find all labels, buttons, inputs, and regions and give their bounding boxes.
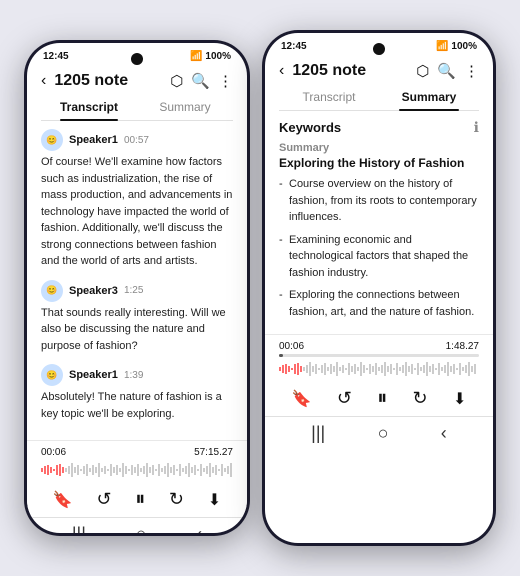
time-left: 12:45 <box>43 51 69 62</box>
speaker-name-1: Speaker1 <box>69 134 118 146</box>
summary-item-1: Course overview on the history of fashio… <box>279 176 479 226</box>
share-icon-right[interactable]: ⬡ <box>416 62 429 80</box>
message-3: 😊 Speaker1 1:39 Absolutely! The nature o… <box>41 364 233 422</box>
battery-right: 100% <box>451 41 477 52</box>
timestamp-1b: 1:39 <box>124 370 143 381</box>
search-icon-right[interactable]: 🔍 <box>437 62 456 80</box>
summary-item-3: Exploring the connections between fashio… <box>279 287 479 320</box>
tab-summary-left[interactable]: Summary <box>137 94 233 120</box>
share-icon-left[interactable]: ⬡ <box>170 72 183 90</box>
avatar-text-3: 😊 <box>46 285 57 296</box>
summary-heading: Exploring the History of Fashion <box>279 156 479 170</box>
summary-section-label: Summary <box>279 142 479 154</box>
keywords-row: Keywords ℹ <box>279 119 479 136</box>
bookmark-button-right[interactable]: 🔖 <box>292 389 312 409</box>
back-button-left[interactable]: ‹ <box>41 72 46 90</box>
home-icon-right[interactable]: ○ <box>378 423 389 444</box>
info-icon[interactable]: ℹ <box>474 119 479 136</box>
page-title-left: 1205 note <box>54 72 162 90</box>
audio-player-right: 00:06 1:48.27 <box>265 334 493 416</box>
back-button-right[interactable]: ‹ <box>279 62 284 80</box>
bottom-nav-left: ||| ○ ‹ <box>27 517 247 533</box>
rewind-button-left[interactable]: ↺ <box>96 489 111 510</box>
summary-item-2: Examining economic and technological fac… <box>279 232 479 282</box>
avatar-text-12: 😊 <box>46 370 57 381</box>
avatar-speaker1-1: 😊 <box>41 129 63 151</box>
nav-bar-right: ‹ 1205 note ⬡ 🔍 ⋮ <box>265 56 493 84</box>
page-title-right: 1205 note <box>292 62 408 80</box>
more-icon-left[interactable]: ⋮ <box>218 72 233 90</box>
forward-button-left[interactable]: ↻ <box>169 489 184 510</box>
timestamp-3: 1:25 <box>124 285 143 296</box>
menu-icon-right[interactable]: ||| <box>311 423 325 444</box>
more-icon-right[interactable]: ⋮ <box>464 62 479 80</box>
rewind-button-right[interactable]: ↺ <box>337 388 352 409</box>
back-icon-left[interactable]: ‹ <box>196 524 202 533</box>
save-button-right[interactable]: ⬇ <box>453 389 466 409</box>
signal-icon-left: 📶 <box>190 51 202 62</box>
left-phone: 12:45 📶 100% ‹ 1205 note ⬡ 🔍 ⋮ Transcrip… <box>24 40 250 536</box>
summary-content-right: Keywords ℹ Summary Exploring the History… <box>265 111 493 334</box>
battery-left: 100% <box>205 51 231 62</box>
signal-icon-right: 📶 <box>436 41 448 52</box>
bookmark-button-left[interactable]: 🔖 <box>53 490 73 510</box>
time-right: 12:45 <box>281 41 307 52</box>
keywords-label: Keywords <box>279 120 341 135</box>
notch-right <box>373 43 385 55</box>
waveform-left[interactable] <box>41 460 233 480</box>
avatar-speaker1-2: 😊 <box>41 364 63 386</box>
message-text-1: Of course! We'll examine how factors suc… <box>41 154 233 270</box>
current-time-right: 00:06 <box>279 341 304 352</box>
message-text-1b: Absolutely! The nature of fashion is a k… <box>41 389 233 422</box>
forward-button-right[interactable]: ↻ <box>413 388 428 409</box>
menu-icon-left[interactable]: ||| <box>72 524 86 533</box>
avatar-text: 😊 <box>46 135 57 146</box>
tab-transcript-right[interactable]: Transcript <box>279 84 379 110</box>
progress-line-right[interactable] <box>279 354 479 357</box>
message-1: 😊 Speaker1 00:57 Of course! We'll examin… <box>41 129 233 270</box>
waveform-right[interactable] <box>279 359 479 379</box>
tabs-right: Transcript Summary <box>279 84 479 111</box>
transcript-content-left: 😊 Speaker1 00:57 Of course! We'll examin… <box>27 121 247 440</box>
search-icon-left[interactable]: 🔍 <box>191 72 210 90</box>
back-icon-right[interactable]: ‹ <box>441 423 447 444</box>
tabs-left: Transcript Summary <box>41 94 233 121</box>
audio-player-left: 00:06 57:15.27 <box>27 440 247 517</box>
home-icon-left[interactable]: ○ <box>136 524 147 533</box>
timestamp-1: 00:57 <box>124 135 149 146</box>
save-button-left[interactable]: ⬇ <box>208 490 221 510</box>
nav-bar-left: ‹ 1205 note ⬡ 🔍 ⋮ <box>27 66 247 94</box>
notch-left <box>131 53 143 65</box>
tab-summary-right[interactable]: Summary <box>379 84 479 110</box>
pause-button-right[interactable]: ⏸ <box>377 387 387 410</box>
controls-right: 🔖 ↺ ⏸ ↻ ⬇ <box>279 383 479 412</box>
pause-button-left[interactable]: ⏸ <box>135 488 145 511</box>
avatar-speaker3-1: 😊 <box>41 280 63 302</box>
controls-left: 🔖 ↺ ⏸ ↻ ⬇ <box>41 484 233 513</box>
summary-list: Course overview on the history of fashio… <box>279 176 479 320</box>
current-time-left: 00:06 <box>41 447 66 458</box>
total-time-right: 1:48.27 <box>446 341 479 352</box>
speaker-name-1b: Speaker1 <box>69 369 118 381</box>
message-2: 😊 Speaker3 1:25 That sounds really inter… <box>41 280 233 355</box>
right-phone: 12:45 📶 100% ‹ 1205 note ⬡ 🔍 ⋮ Transcrip… <box>262 30 496 546</box>
tab-transcript-left[interactable]: Transcript <box>41 94 137 120</box>
total-time-left: 57:15.27 <box>194 447 233 458</box>
bottom-nav-right: ||| ○ ‹ <box>265 416 493 454</box>
message-text-3: That sounds really interesting. Will we … <box>41 305 233 355</box>
speaker-name-3: Speaker3 <box>69 285 118 297</box>
